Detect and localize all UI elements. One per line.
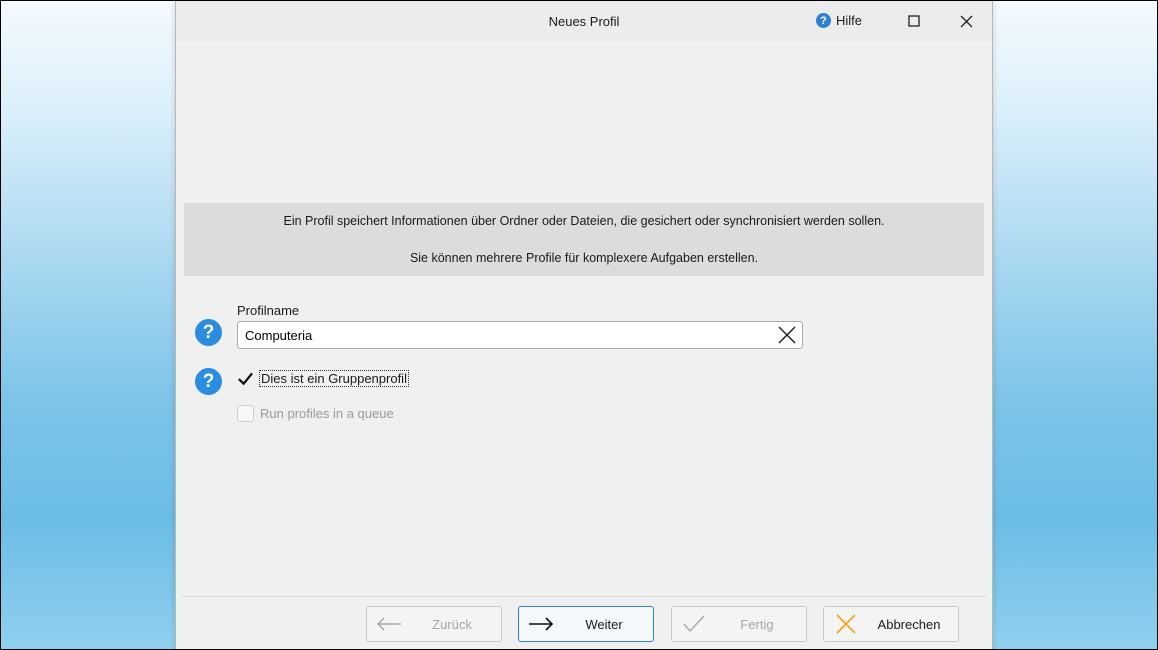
cancel-button-label: Abbrechen bbox=[877, 616, 941, 632]
help-icon: ? bbox=[816, 13, 831, 28]
close-icon bbox=[960, 15, 972, 27]
group-profile-help-icon[interactable]: ? bbox=[195, 368, 222, 395]
next-button-label: Weiter bbox=[585, 616, 623, 632]
queue-option[interactable]: Run profiles in a queue bbox=[237, 405, 394, 422]
queue-label: Run profiles in a queue bbox=[260, 406, 394, 421]
back-button-label: Zurück bbox=[432, 616, 472, 632]
arrow-right-icon bbox=[529, 617, 554, 631]
info-line-1: Ein Profil speichert Informationen über … bbox=[283, 214, 885, 228]
close-button[interactable] bbox=[946, 7, 986, 35]
footer-divider bbox=[182, 596, 986, 597]
profile-name-input[interactable] bbox=[238, 322, 758, 348]
group-profile-label: Dies ist ein Gruppenprofil bbox=[259, 370, 409, 387]
profile-name-label: Profilname bbox=[237, 303, 300, 318]
next-button[interactable]: Weiter bbox=[518, 606, 654, 642]
checkmark-icon bbox=[238, 372, 253, 385]
cancel-icon bbox=[836, 614, 856, 634]
maximize-button[interactable] bbox=[894, 7, 934, 35]
info-line-2: Sie können mehrere Profile für komplexer… bbox=[409, 251, 759, 265]
profile-name-field[interactable] bbox=[237, 321, 803, 349]
arrow-left-icon bbox=[377, 617, 401, 631]
new-profile-dialog: Neues Profil ? Hilfe Ein Profil speicher… bbox=[175, 1, 993, 649]
checkmark-icon bbox=[683, 615, 705, 633]
help-label: Hilfe bbox=[836, 13, 863, 28]
clear-icon[interactable] bbox=[776, 324, 798, 346]
cancel-button[interactable]: Abbrechen bbox=[823, 606, 959, 642]
info-box: Ein Profil speichert Informationen über … bbox=[184, 203, 984, 276]
window-title: Neues Profil bbox=[548, 14, 620, 29]
profile-name-help-icon[interactable]: ? bbox=[195, 319, 222, 346]
maximize-icon bbox=[908, 15, 920, 27]
desktop-background: Neues Profil ? Hilfe Ein Profil speicher… bbox=[0, 0, 1158, 650]
finish-button-label: Fertig bbox=[740, 616, 774, 632]
group-profile-option[interactable]: Dies ist ein Gruppenprofil bbox=[237, 370, 409, 387]
queue-checkbox[interactable] bbox=[237, 405, 254, 422]
back-button[interactable]: Zurück bbox=[366, 606, 502, 642]
group-profile-checkbox[interactable] bbox=[237, 370, 254, 387]
title-bar: Neues Profil ? Hilfe bbox=[176, 1, 992, 41]
help-button[interactable]: ? Hilfe bbox=[816, 13, 862, 28]
finish-button[interactable]: Fertig bbox=[671, 606, 807, 642]
